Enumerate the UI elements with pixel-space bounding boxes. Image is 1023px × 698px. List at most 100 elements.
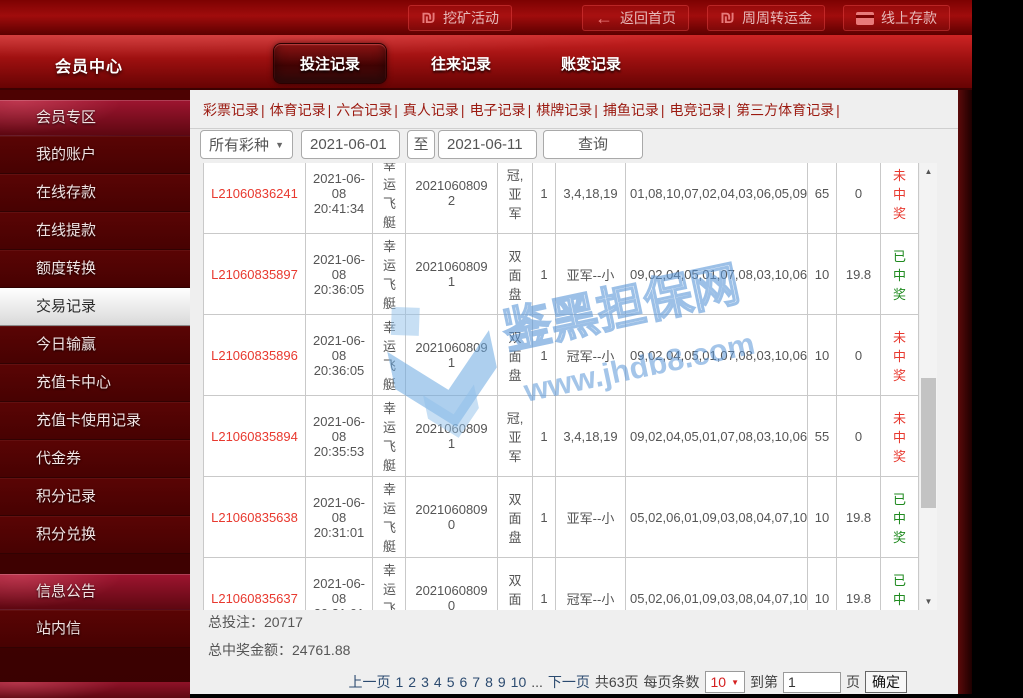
sidebar-item[interactable]: 今日输赢 [0,326,190,364]
play-category: 冠,亚军 [498,396,533,477]
subnav-link[interactable]: 六合记录 [336,102,392,118]
order-id-link[interactable]: L21060835637 [204,558,306,611]
subnav-separator: | [394,102,398,118]
sidebar-item[interactable]: 在线存款 [0,174,190,212]
table-row: L210608358942021-06-08 20:35:53幸运飞艇20210… [204,396,919,477]
page-number-link[interactable]: 7 [472,674,480,690]
bet-count: 1 [533,477,556,558]
subnav-link[interactable]: 彩票记录 [203,102,259,118]
play-category: 冠,亚军 [498,163,533,234]
bet-status: 已中奖 [881,558,919,611]
subnav-link[interactable]: 电竞记录 [669,102,725,118]
draw-numbers: 01,08,10,07,02,04,03,06,05,09 [626,163,808,234]
pagination: 上一页 12345678910 ... 下一页 共63页 每页条数 10 ▼ 到… [349,671,908,693]
app-root: ₪ 挖矿活动 ← 返回首页 ₪ 周周转运金 线上存款 会员中心 投注记录往来记录… [0,0,1023,698]
tab-bet-records[interactable]: 投注记录 [273,43,387,84]
page-number-link[interactable]: 1 [396,674,404,690]
payout-amount: 19.8 [837,234,881,315]
sidebar-item[interactable]: 站内信 [0,610,190,648]
page-number-link[interactable]: 3 [421,674,429,690]
online-deposit-label: 线上存款 [881,8,937,28]
order-id-link[interactable]: L21060835894 [204,396,306,477]
sidebar-item[interactable]: 充值卡中心 [0,364,190,402]
subnav-link[interactable]: 第三方体育记录 [736,102,834,118]
tab-transfer-records[interactable]: 往来记录 [405,44,517,83]
sidebar-item[interactable]: 充值卡使用记录 [0,402,190,440]
page-number-links: 123456789 10 [396,674,527,690]
subnav-link[interactable]: 电子记录 [470,102,526,118]
right-border-strip [958,90,972,694]
table-row: L210608358962021-06-08 20:36:05幸运飞艇20210… [204,315,919,396]
subnav-link[interactable]: 棋牌记录 [536,102,592,118]
subnav-link[interactable]: 捕鱼记录 [603,102,659,118]
scroll-up-icon[interactable]: ▲ [920,163,937,180]
sidebar-item[interactable]: 会员专区 [0,100,190,136]
sidebar-gap [0,554,190,574]
back-home-button[interactable]: ← 返回首页 [582,5,689,31]
draw-numbers: 05,02,06,01,09,03,08,04,07,10 [626,558,808,611]
date-to-input[interactable] [438,130,537,159]
weekly-bonus-button[interactable]: ₪ 周周转运金 [707,5,825,31]
bet-amount: 10 [808,477,837,558]
lottery-name: 幸运飞艇 [373,558,406,611]
next-page-link[interactable]: 下一页 [548,672,590,692]
scrollbar-thumb[interactable] [921,378,936,508]
order-id-link[interactable]: L21060835638 [204,477,306,558]
sidebar-item[interactable]: 积分记录 [0,478,190,516]
play-name: 3,4,18,19 [556,396,626,477]
per-page-value: 10 [711,674,727,690]
mining-activity-button[interactable]: ₪ 挖矿活动 [408,5,512,31]
play-name: 亚军--小 [556,234,626,315]
online-deposit-button[interactable]: 线上存款 [843,5,950,31]
page-number-link[interactable]: 9 [498,674,506,690]
back-arrow-icon: ← [595,9,613,27]
subnav-link[interactable]: 体育记录 [270,102,326,118]
page-number-link[interactable]: 2 [408,674,416,690]
bet-amount: 10 [808,315,837,396]
sidebar-item[interactable]: 代金券 [0,440,190,478]
sidebar-item[interactable]: 积分兑换 [0,516,190,554]
sidebar-item[interactable]: 交易记录 [0,288,190,326]
tab-account-change-records[interactable]: 账变记录 [535,44,647,83]
goto-page-input[interactable] [783,672,841,693]
chevron-down-icon: ▼ [731,678,739,687]
lottery-type-select[interactable]: 所有彩种 ▼ [200,130,293,159]
page-number-link[interactable]: 6 [459,674,467,690]
lottery-name: 幸运飞艇 [373,163,406,234]
prev-page-link[interactable]: 上一页 [349,672,391,692]
page-number-link[interactable]: 10 [511,674,527,690]
search-button[interactable]: 查询 [543,130,643,159]
topbar-right-group: ← 返回首页 ₪ 周周转运金 线上存款 [582,5,950,31]
play-name: 冠军--小 [556,315,626,396]
page-number-link[interactable]: 4 [434,674,442,690]
sidebar-item[interactable]: 信息公告 [0,574,190,610]
play-category: 双面盘 [498,315,533,396]
page-number-link[interactable]: 8 [485,674,493,690]
subnav-separator: | [836,102,840,118]
subnav-link[interactable]: 真人记录 [403,102,459,118]
bet-count: 1 [533,396,556,477]
bet-count: 1 [533,558,556,611]
record-tabs: 投注记录往来记录账变记录 [273,42,647,84]
issue-number: 20210608091 [406,234,498,315]
per-page-label: 每页条数 [644,672,700,692]
bet-time: 2021-06-08 20:35:53 [306,396,373,477]
table-scrollbar[interactable]: ▲ ▼ [920,163,937,610]
date-from-input[interactable] [301,130,400,159]
per-page-select[interactable]: 10 ▼ [705,671,746,693]
issue-number: 20210608091 [406,315,498,396]
sidebar-item[interactable]: 在线提款 [0,212,190,250]
member-center-title: 会员中心 [55,53,123,77]
sidebar-item[interactable]: 额度转换 [0,250,190,288]
order-id-link[interactable]: L21060836241 [204,163,306,234]
page-number-link[interactable]: 5 [447,674,455,690]
confirm-button[interactable]: 确定 [865,671,907,693]
table-row: L210608358972021-06-08 20:36:05幸运飞艇20210… [204,234,919,315]
pagination-ellipsis: ... [531,674,543,690]
draw-numbers: 05,02,06,01,09,03,08,04,07,10 [626,477,808,558]
order-id-link[interactable]: L21060835897 [204,234,306,315]
order-id-link[interactable]: L21060835896 [204,315,306,396]
bet-records-table-container: L210608362412021-06-08 20:41:34幸运飞艇20210… [203,163,919,610]
scroll-down-icon[interactable]: ▼ [920,593,937,610]
sidebar-item[interactable]: 我的账户 [0,136,190,174]
